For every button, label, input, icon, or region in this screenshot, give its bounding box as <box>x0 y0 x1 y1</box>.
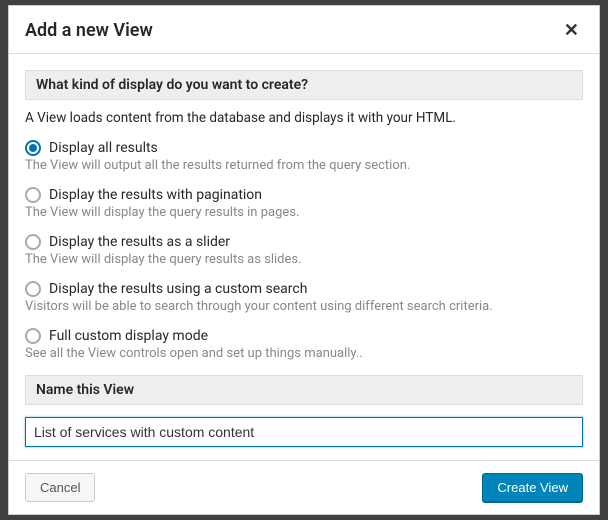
display-options-group: Display all results The View will output… <box>25 140 583 361</box>
display-kind-heading: What kind of display do you want to crea… <box>25 70 583 100</box>
radio-display-all[interactable] <box>25 140 41 156</box>
option-label[interactable]: Display the results with pagination <box>49 187 262 203</box>
option-label[interactable]: Full custom display mode <box>49 328 208 344</box>
cancel-button[interactable]: Cancel <box>25 473 95 502</box>
option-desc: The View will output all the results ret… <box>25 158 583 173</box>
radio-custom-search[interactable] <box>25 281 41 297</box>
create-view-button[interactable]: Create View <box>482 473 583 502</box>
intro-text: A View loads content from the database a… <box>25 110 583 126</box>
radio-full-custom[interactable] <box>25 328 41 344</box>
name-view-heading: Name this View <box>25 375 583 405</box>
option-slider: Display the results as a slider The View… <box>25 234 583 267</box>
modal-footer: Cancel Create View <box>9 460 599 514</box>
radio-pagination[interactable] <box>25 187 41 203</box>
modal-header: Add a new View ✕ <box>9 6 599 54</box>
option-desc: The View will display the query results … <box>25 205 583 220</box>
radio-slider[interactable] <box>25 234 41 250</box>
option-desc: Visitors will be able to search through … <box>25 299 583 314</box>
option-desc: The View will display the query results … <box>25 252 583 267</box>
option-pagination: Display the results with pagination The … <box>25 187 583 220</box>
option-label[interactable]: Display the results using a custom searc… <box>49 281 307 297</box>
modal-title: Add a new View <box>25 20 153 41</box>
option-label[interactable]: Display the results as a slider <box>49 234 230 250</box>
option-desc: See all the View controls open and set u… <box>25 346 583 361</box>
close-icon[interactable]: ✕ <box>560 20 583 41</box>
view-name-input[interactable] <box>25 417 583 447</box>
option-custom-search: Display the results using a custom searc… <box>25 281 583 314</box>
option-display-all: Display all results The View will output… <box>25 140 583 173</box>
add-view-modal: Add a new View ✕ What kind of display do… <box>8 5 600 515</box>
option-label[interactable]: Display all results <box>49 140 158 156</box>
modal-body: What kind of display do you want to crea… <box>9 54 599 460</box>
option-full-custom: Full custom display mode See all the Vie… <box>25 328 583 361</box>
